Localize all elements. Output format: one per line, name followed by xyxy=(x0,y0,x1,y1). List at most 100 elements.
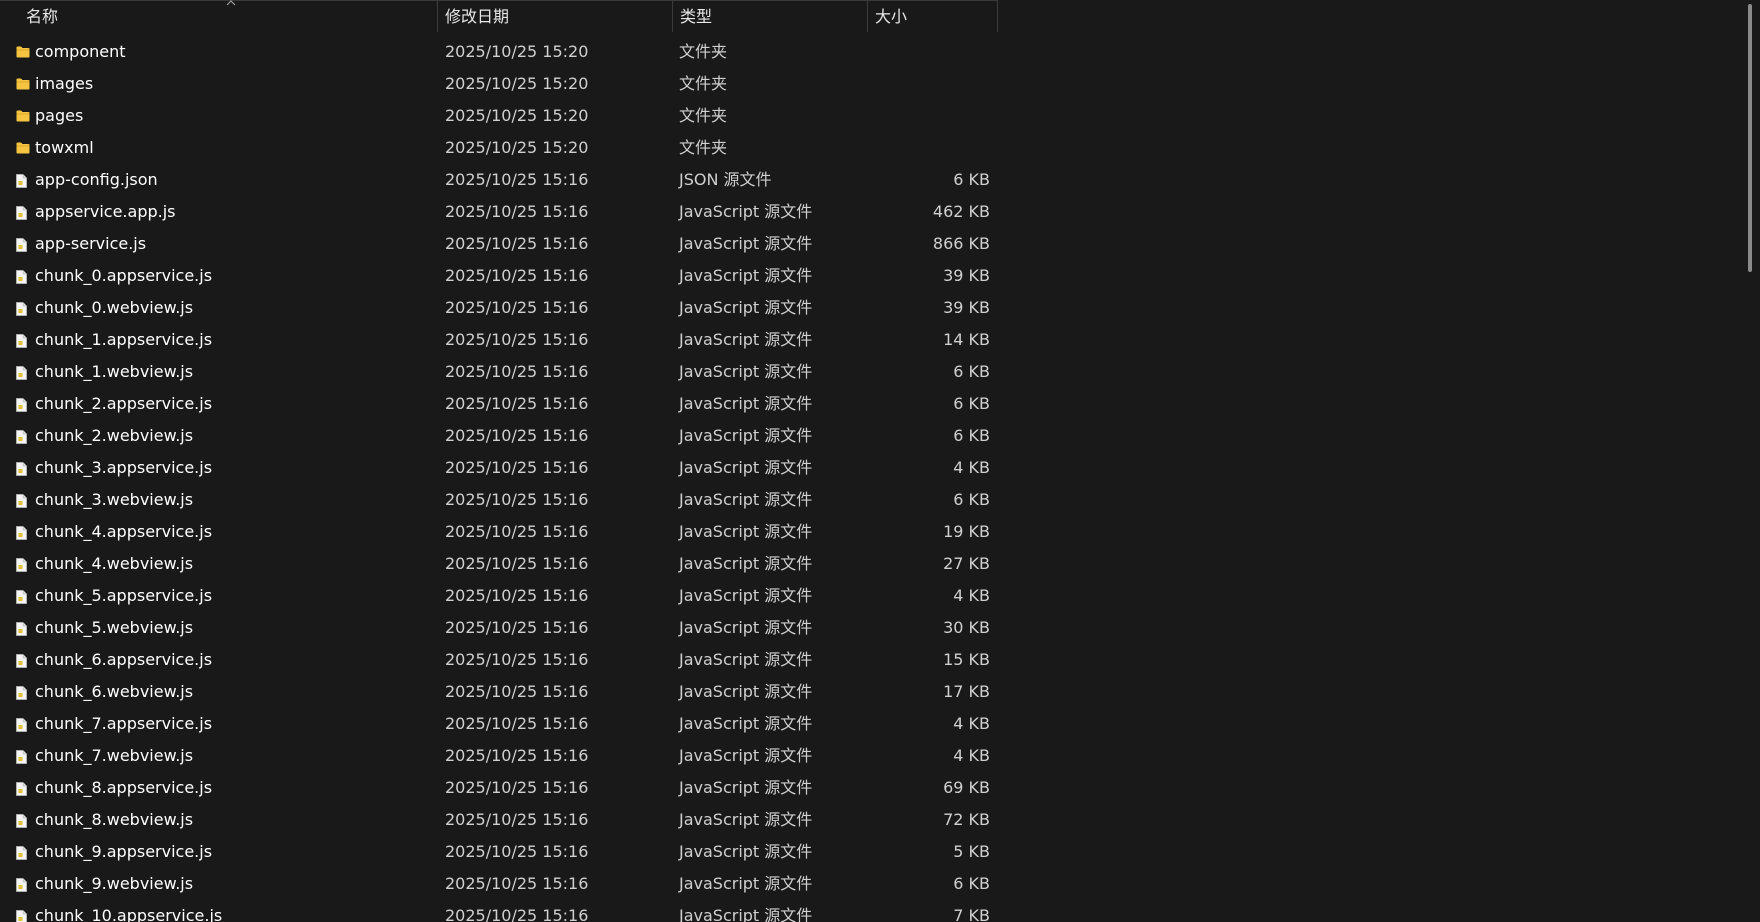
file-modified-date: 2025/10/25 15:16 xyxy=(445,426,589,445)
column-header-type[interactable]: 类型 xyxy=(672,1,868,32)
file-icon xyxy=(16,430,30,444)
file-modified-date: 2025/10/25 15:20 xyxy=(445,42,589,61)
file-row[interactable]: chunk_3.appservice.js 2025/10/25 15:16 Jav… xyxy=(0,452,1000,484)
file-row[interactable]: chunk_1.webview.js 2025/10/25 15:16 JavaSc… xyxy=(0,356,1000,388)
file-icon xyxy=(16,398,30,412)
file-modified-date: 2025/10/25 15:16 xyxy=(445,490,589,509)
column-header-date[interactable]: 修改日期 xyxy=(437,1,673,32)
file-name: chunk_5.appservice.js xyxy=(35,586,213,605)
file-modified-date: 2025/10/25 15:16 xyxy=(445,874,589,893)
file-type: 文件夹 xyxy=(679,42,728,61)
file-row[interactable]: chunk_5.webview.js 2025/10/25 15:16 JavaSc… xyxy=(0,612,1000,644)
file-list: component 2025/10/25 15:20 文件夹 images 2025/1… xyxy=(0,36,1000,922)
file-type: JavaScript 源文件 xyxy=(679,714,813,733)
file-row[interactable]: chunk_5.appservice.js 2025/10/25 15:16 Jav… xyxy=(0,580,1000,612)
file-type: JavaScript 源文件 xyxy=(679,522,813,541)
file-row[interactable]: chunk_4.appservice.js 2025/10/25 15:16 Jav… xyxy=(0,516,1000,548)
file-row[interactable]: chunk_7.webview.js 2025/10/25 15:16 JavaSc… xyxy=(0,740,1000,772)
file-icon xyxy=(16,206,30,220)
file-row[interactable]: component 2025/10/25 15:20 文件夹 xyxy=(0,36,1000,68)
file-size: 4 KB xyxy=(953,586,990,605)
file-size: 5 KB xyxy=(953,842,990,861)
file-row[interactable]: towxml 2025/10/25 15:20 文件夹 xyxy=(0,132,1000,164)
file-modified-date: 2025/10/25 15:16 xyxy=(445,554,589,573)
file-name: images xyxy=(35,74,94,93)
file-name: chunk_6.appservice.js xyxy=(35,650,213,669)
column-header-size[interactable]: 大小 xyxy=(867,1,998,32)
file-name: pages xyxy=(35,106,84,125)
file-type: JavaScript 源文件 xyxy=(679,618,813,637)
column-divider[interactable] xyxy=(437,1,438,32)
file-row[interactable]: pages 2025/10/25 15:20 文件夹 xyxy=(0,100,1000,132)
file-row[interactable]: chunk_0.appservice.js 2025/10/25 15:16 Jav… xyxy=(0,260,1000,292)
file-modified-date: 2025/10/25 15:16 xyxy=(445,202,589,221)
file-icon xyxy=(16,750,30,764)
file-modified-date: 2025/10/25 15:16 xyxy=(445,458,589,477)
file-row[interactable]: chunk_8.appservice.js 2025/10/25 15:16 Jav… xyxy=(0,772,1000,804)
file-row[interactable]: chunk_2.appservice.js 2025/10/25 15:16 Jav… xyxy=(0,388,1000,420)
file-row[interactable]: chunk_9.webview.js 2025/10/25 15:16 JavaSc… xyxy=(0,868,1000,900)
file-row[interactable]: chunk_6.appservice.js 2025/10/25 15:16 Jav… xyxy=(0,644,1000,676)
file-name: chunk_2.appservice.js xyxy=(35,394,213,413)
file-modified-date: 2025/10/25 15:16 xyxy=(445,650,589,669)
file-size: 39 KB xyxy=(943,266,990,285)
file-type: JavaScript 源文件 xyxy=(679,298,813,317)
file-modified-date: 2025/10/25 15:20 xyxy=(445,74,589,93)
file-size: 4 KB xyxy=(953,458,990,477)
file-size: 866 KB xyxy=(932,234,990,253)
file-row[interactable]: chunk_0.webview.js 2025/10/25 15:16 JavaSc… xyxy=(0,292,1000,324)
file-name: chunk_4.appservice.js xyxy=(35,522,213,541)
file-type: JavaScript 源文件 xyxy=(679,682,813,701)
file-row[interactable]: chunk_6.webview.js 2025/10/25 15:16 JavaSc… xyxy=(0,676,1000,708)
file-type: JavaScript 源文件 xyxy=(679,650,813,669)
file-modified-date: 2025/10/25 15:16 xyxy=(445,298,589,317)
file-modified-date: 2025/10/25 15:16 xyxy=(445,394,589,413)
file-row[interactable]: chunk_3.webview.js 2025/10/25 15:16 JavaSc… xyxy=(0,484,1000,516)
file-icon xyxy=(16,302,30,316)
file-size: 4 KB xyxy=(953,714,990,733)
file-name: component xyxy=(35,42,126,61)
file-icon xyxy=(16,270,30,284)
folder-icon xyxy=(16,46,30,59)
file-modified-date: 2025/10/25 15:16 xyxy=(445,746,589,765)
file-row[interactable]: chunk_9.appservice.js 2025/10/25 15:16 Jav… xyxy=(0,836,1000,868)
file-name: chunk_1.webview.js xyxy=(35,362,194,381)
file-size: 462 KB xyxy=(932,202,990,221)
file-type: JavaScript 源文件 xyxy=(679,330,813,349)
file-type: 文件夹 xyxy=(679,74,728,93)
file-size: 15 KB xyxy=(943,650,990,669)
file-row[interactable]: chunk_4.webview.js 2025/10/25 15:16 JavaSc… xyxy=(0,548,1000,580)
file-type: JavaScript 源文件 xyxy=(679,234,813,253)
file-row[interactable]: appservice.app.js 2025/10/25 15:16 JavaScr… xyxy=(0,196,1000,228)
file-row[interactable]: app-config.json 2025/10/25 15:16 JSON 源文件 6… xyxy=(0,164,1000,196)
file-type: JavaScript 源文件 xyxy=(679,586,813,605)
file-icon xyxy=(16,622,30,636)
file-name: appservice.app.js xyxy=(35,202,176,221)
file-size: 6 KB xyxy=(953,490,990,509)
file-row[interactable]: chunk_1.appservice.js 2025/10/25 15:16 Jav… xyxy=(0,324,1000,356)
file-size: 14 KB xyxy=(943,330,990,349)
file-row[interactable]: chunk_10.appservice.js 2025/10/25 15:16 Ja… xyxy=(0,900,1000,922)
file-size: 19 KB xyxy=(943,522,990,541)
file-name: chunk_5.webview.js xyxy=(35,618,194,637)
file-type: JavaScript 源文件 xyxy=(679,810,813,829)
file-modified-date: 2025/10/25 15:16 xyxy=(445,618,589,637)
file-row[interactable]: chunk_7.appservice.js 2025/10/25 15:16 Jav… xyxy=(0,708,1000,740)
column-header-name[interactable]: 名称 xyxy=(18,1,438,32)
file-type: JavaScript 源文件 xyxy=(679,554,813,573)
file-type: JavaScript 源文件 xyxy=(679,426,813,445)
file-modified-date: 2025/10/25 15:16 xyxy=(445,522,589,541)
file-row[interactable]: chunk_2.webview.js 2025/10/25 15:16 JavaSc… xyxy=(0,420,1000,452)
vertical-scrollbar-thumb[interactable] xyxy=(1748,4,1752,272)
file-icon xyxy=(16,334,30,348)
file-row[interactable]: chunk_8.webview.js 2025/10/25 15:16 JavaSc… xyxy=(0,804,1000,836)
file-size: 27 KB xyxy=(943,554,990,573)
file-size: 72 KB xyxy=(943,810,990,829)
file-size: 6 KB xyxy=(953,170,990,189)
file-size: 39 KB xyxy=(943,298,990,317)
file-name: chunk_3.webview.js xyxy=(35,490,194,509)
file-row[interactable]: images 2025/10/25 15:20 文件夹 xyxy=(0,68,1000,100)
file-type: JavaScript 源文件 xyxy=(679,842,813,861)
file-icon xyxy=(16,174,30,188)
file-row[interactable]: app-service.js 2025/10/25 15:16 JavaScript… xyxy=(0,228,1000,260)
